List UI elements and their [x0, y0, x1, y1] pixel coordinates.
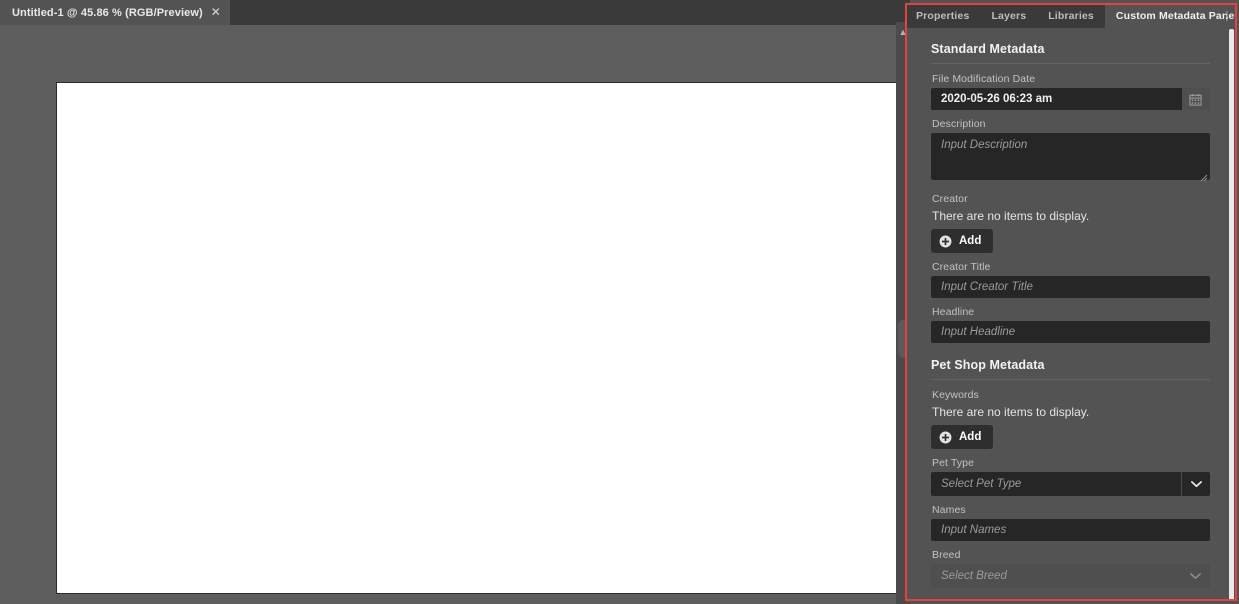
tab-custom-metadata-panel[interactable]: Custom Metadata Panel: [1104, 3, 1236, 28]
calendar-icon[interactable]: [1181, 88, 1210, 110]
pet-type-select[interactable]: Select Pet Type: [931, 472, 1210, 496]
creator-add-button[interactable]: Add: [931, 229, 994, 253]
creator-title-label: Creator Title: [932, 261, 991, 273]
keywords-add-label: Add: [959, 431, 982, 443]
file-modification-date-label: File Modification Date: [932, 73, 1036, 85]
plus-circle-icon: [939, 235, 952, 247]
chevron-down-icon[interactable]: [1181, 472, 1210, 496]
pet-type-label: Pet Type: [932, 457, 975, 469]
description-label: Description: [932, 118, 986, 130]
section-divider: [931, 63, 1210, 64]
custom-metadata-panel: Properties Layers Libraries Custom Metad…: [905, 3, 1236, 602]
close-icon[interactable]: ✕: [211, 6, 221, 19]
document-workspace: Untitled-1 @ 45.86 % (RGB/Preview) ✕: [0, 0, 908, 604]
canvas-artboard[interactable]: [56, 82, 897, 594]
panel-scrollbar[interactable]: [1229, 29, 1234, 601]
keywords-label: Keywords: [932, 389, 979, 401]
chevron-down-icon[interactable]: [1181, 564, 1210, 588]
pet-type-value[interactable]: Select Pet Type: [931, 472, 1181, 496]
panel-tab-bar: Properties Layers Libraries Custom Metad…: [905, 3, 1236, 28]
application-window: Untitled-1 @ 45.86 % (RGB/Preview) ✕ ▲ P…: [0, 0, 1239, 604]
names-input[interactable]: [931, 519, 1210, 541]
section-divider: [931, 379, 1210, 380]
plus-circle-icon: [939, 431, 952, 443]
tab-layers[interactable]: Layers: [980, 3, 1037, 28]
document-tab-label: Untitled-1 @ 45.86 % (RGB/Preview): [12, 6, 203, 19]
breed-select[interactable]: Select Breed: [931, 564, 1210, 588]
creator-add-label: Add: [959, 235, 982, 247]
document-tab[interactable]: Untitled-1 @ 45.86 % (RGB/Preview) ✕: [0, 0, 230, 25]
creator-label: Creator: [932, 193, 968, 205]
file-modification-date-input[interactable]: [931, 88, 1182, 110]
keywords-add-button[interactable]: Add: [931, 425, 994, 449]
headline-label: Headline: [932, 306, 975, 318]
creator-title-input[interactable]: [931, 276, 1210, 298]
document-tab-bar: Untitled-1 @ 45.86 % (RGB/Preview) ✕: [0, 0, 908, 25]
pet-shop-metadata-heading: Pet Shop Metadata: [931, 358, 1045, 372]
file-modification-date-field: [931, 88, 1210, 110]
description-input[interactable]: [931, 133, 1210, 180]
headline-input[interactable]: [931, 321, 1210, 343]
panel-content: Standard Metadata File Modification Date: [905, 28, 1236, 602]
description-field: [931, 133, 1210, 185]
creator-empty-message: There are no items to display.: [932, 209, 1090, 223]
panel-menu-icon[interactable]: [1222, 10, 1232, 22]
tab-libraries[interactable]: Libraries: [1037, 3, 1105, 28]
tab-properties[interactable]: Properties: [905, 3, 980, 28]
standard-metadata-heading: Standard Metadata: [931, 42, 1045, 56]
names-label: Names: [932, 504, 966, 516]
breed-value[interactable]: Select Breed: [931, 564, 1181, 588]
keywords-empty-message: There are no items to display.: [932, 405, 1090, 419]
breed-label: Breed: [932, 549, 961, 561]
